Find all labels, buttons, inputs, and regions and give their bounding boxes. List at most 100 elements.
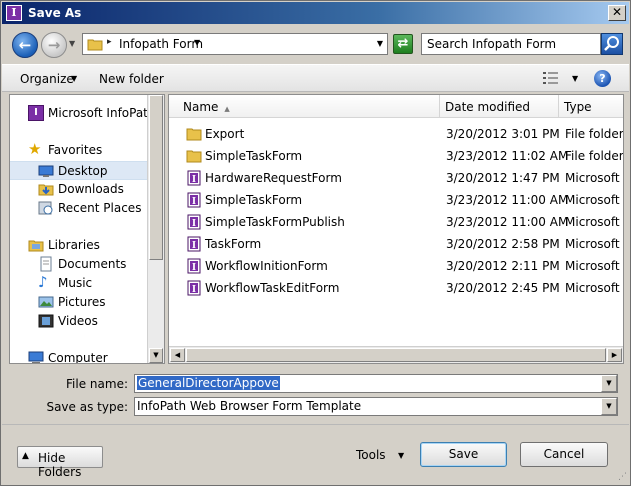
nav-item-favorites[interactable]: ★ Favorites bbox=[10, 141, 150, 160]
file-row[interactable]: I SimpleTaskFormPublish 3/23/2012 11:00 … bbox=[169, 211, 623, 233]
file-name-field[interactable]: GeneralDirectorAppove ▼ bbox=[134, 374, 618, 393]
save-as-type-dropdown-icon[interactable]: ▼ bbox=[601, 398, 617, 415]
infopath-file-icon: I bbox=[187, 170, 201, 186]
column-header-type[interactable]: Type bbox=[559, 95, 623, 118]
infopath-app-icon: I bbox=[6, 5, 22, 21]
column-header-name[interactable]: Name ▲ bbox=[169, 95, 440, 118]
navigation-pane: I Microsoft InfoPath 2010 ★ Favorites De… bbox=[9, 94, 165, 364]
scroll-down-arrow-icon[interactable]: ▼ bbox=[149, 348, 163, 363]
nav-item-label: Documents bbox=[58, 257, 127, 271]
computer-icon bbox=[28, 351, 44, 363]
sort-ascending-icon: ▲ bbox=[224, 105, 230, 113]
nav-item-label: Videos bbox=[58, 314, 98, 328]
resize-grip-icon[interactable]: ⋰ bbox=[618, 472, 627, 482]
nav-item-documents[interactable]: Documents bbox=[10, 255, 150, 274]
nav-item-desktop[interactable]: Desktop bbox=[10, 161, 150, 180]
address-row: ← → ▼ ▸ Infopath Form ▼ ▼ ⇄ Search Infop… bbox=[2, 25, 629, 63]
recent-pages-dropdown-icon[interactable]: ▼ bbox=[69, 39, 75, 48]
hide-folders-button[interactable]: ▲ Hide Folders bbox=[17, 446, 103, 479]
title-bar: I Save As ✕ bbox=[2, 2, 629, 24]
documents-icon bbox=[40, 256, 52, 272]
file-name: SimpleTaskForm bbox=[205, 193, 303, 207]
file-type: Microsoft InfoPath Form Template bbox=[565, 215, 623, 229]
file-name-value: GeneralDirectorAppove bbox=[137, 376, 280, 390]
file-name: HardwareRequestForm bbox=[205, 171, 342, 185]
nav-item-videos[interactable]: Videos bbox=[10, 312, 150, 331]
back-button[interactable]: ← bbox=[12, 32, 38, 58]
search-icon bbox=[604, 36, 619, 51]
save-button[interactable]: Save bbox=[420, 442, 507, 467]
nav-item-music[interactable]: ♪ Music bbox=[10, 274, 150, 293]
svg-text:I: I bbox=[192, 197, 196, 207]
forward-button[interactable]: → bbox=[41, 32, 67, 58]
search-button[interactable] bbox=[601, 33, 623, 55]
file-list-scroll-thumb[interactable] bbox=[186, 348, 606, 362]
close-button[interactable]: ✕ bbox=[608, 5, 626, 21]
file-name: WorkflowInitionForm bbox=[205, 259, 328, 273]
nav-item-pictures[interactable]: Pictures bbox=[10, 293, 150, 312]
file-name: Export bbox=[205, 127, 245, 141]
nav-item-downloads[interactable]: Downloads bbox=[10, 180, 150, 199]
nav-item-recent-places[interactable]: Recent Places bbox=[10, 199, 150, 218]
nav-item-computer[interactable]: Computer bbox=[10, 349, 150, 364]
footer-divider bbox=[2, 424, 629, 425]
file-row[interactable]: SimpleTaskForm 3/23/2012 11:02 AM File f… bbox=[169, 145, 623, 167]
svg-text:I: I bbox=[192, 285, 196, 295]
breadcrumb-infopath-form[interactable]: Infopath Form bbox=[119, 37, 203, 51]
infopath-file-icon: I bbox=[187, 192, 201, 208]
help-icon[interactable]: ? bbox=[594, 70, 611, 87]
breadcrumb-dropdown-icon[interactable]: ▼ bbox=[194, 38, 200, 47]
new-folder-button[interactable]: New folder bbox=[99, 72, 164, 86]
file-type: Microsoft InfoPath Form Template bbox=[565, 237, 623, 251]
file-list-scrollbar[interactable]: ◀ ▶ bbox=[169, 346, 623, 363]
tools-dropdown-icon[interactable]: ▼ bbox=[398, 451, 404, 460]
nav-item-label: Libraries bbox=[48, 238, 100, 252]
breadcrumb-arrow-icon[interactable]: ▸ bbox=[107, 37, 112, 47]
refresh-button[interactable]: ⇄ bbox=[393, 34, 413, 54]
cancel-button[interactable]: Cancel bbox=[520, 442, 608, 467]
views-icon[interactable] bbox=[543, 72, 559, 84]
file-row[interactable]: I TaskForm 3/20/2012 2:58 PM Microsoft I… bbox=[169, 233, 623, 255]
nav-item-infopath[interactable]: I Microsoft InfoPath 2010 bbox=[10, 104, 164, 123]
file-row[interactable]: I WorkflowTaskEditForm 3/20/2012 2:45 PM… bbox=[169, 277, 623, 299]
address-dropdown-icon[interactable]: ▼ bbox=[377, 39, 383, 48]
file-type: Microsoft InfoPath Form Template bbox=[565, 171, 623, 185]
column-header-date[interactable]: Date modified bbox=[440, 95, 559, 118]
tools-button[interactable]: Tools bbox=[356, 448, 386, 462]
scroll-right-arrow-icon[interactable]: ▶ bbox=[607, 348, 622, 362]
file-date: 3/20/2012 2:11 PM bbox=[446, 259, 560, 273]
nav-scroll-thumb[interactable] bbox=[149, 95, 163, 260]
search-input[interactable]: Search Infopath Form bbox=[421, 33, 601, 55]
nav-item-label: Computer bbox=[48, 351, 108, 364]
address-bar[interactable]: ▸ Infopath Form ▼ ▼ bbox=[82, 33, 388, 55]
file-type: File folder bbox=[565, 127, 624, 141]
hide-folders-label: Hide Folders bbox=[38, 451, 82, 479]
file-row[interactable]: I HardwareRequestForm 3/20/2012 1:47 PM … bbox=[169, 167, 623, 189]
file-date: 3/23/2012 11:00 AM bbox=[446, 193, 569, 207]
folder-icon bbox=[186, 128, 202, 141]
scroll-left-arrow-icon[interactable]: ◀ bbox=[170, 348, 185, 362]
nav-item-label: Desktop bbox=[58, 164, 108, 178]
nav-scrollbar[interactable]: ▼ bbox=[147, 95, 164, 363]
file-type: Microsoft InfoPath Form Template bbox=[565, 193, 623, 207]
recent-places-icon bbox=[38, 201, 53, 215]
collapse-up-icon: ▲ bbox=[22, 451, 29, 461]
views-dropdown-icon[interactable]: ▼ bbox=[572, 74, 578, 83]
infopath-icon: I bbox=[28, 105, 44, 121]
file-date: 3/23/2012 11:00 AM bbox=[446, 215, 569, 229]
nav-item-label: Pictures bbox=[58, 295, 106, 309]
downloads-folder-icon bbox=[38, 184, 54, 196]
file-row[interactable]: Export 3/20/2012 3:01 PM File folder bbox=[169, 123, 623, 145]
save-as-type-select[interactable]: InfoPath Web Browser Form Template ▼ bbox=[134, 397, 618, 416]
file-row[interactable]: I SimpleTaskForm 3/23/2012 11:00 AM Micr… bbox=[169, 189, 623, 211]
file-name: SimpleTaskForm bbox=[205, 149, 303, 163]
file-name-dropdown-icon[interactable]: ▼ bbox=[601, 375, 617, 392]
folder-icon bbox=[186, 150, 202, 163]
file-row[interactable]: I WorkflowInitionForm 3/20/2012 2:11 PM … bbox=[169, 255, 623, 277]
videos-icon bbox=[38, 314, 54, 328]
file-list: Name ▲ Date modified Type Export 3/20/201… bbox=[168, 94, 624, 364]
nav-item-libraries[interactable]: Libraries bbox=[10, 236, 150, 255]
organize-button[interactable]: Organize bbox=[20, 72, 74, 86]
file-type: Microsoft InfoPath Form Template bbox=[565, 281, 623, 295]
organize-dropdown-icon[interactable]: ▼ bbox=[71, 74, 77, 83]
